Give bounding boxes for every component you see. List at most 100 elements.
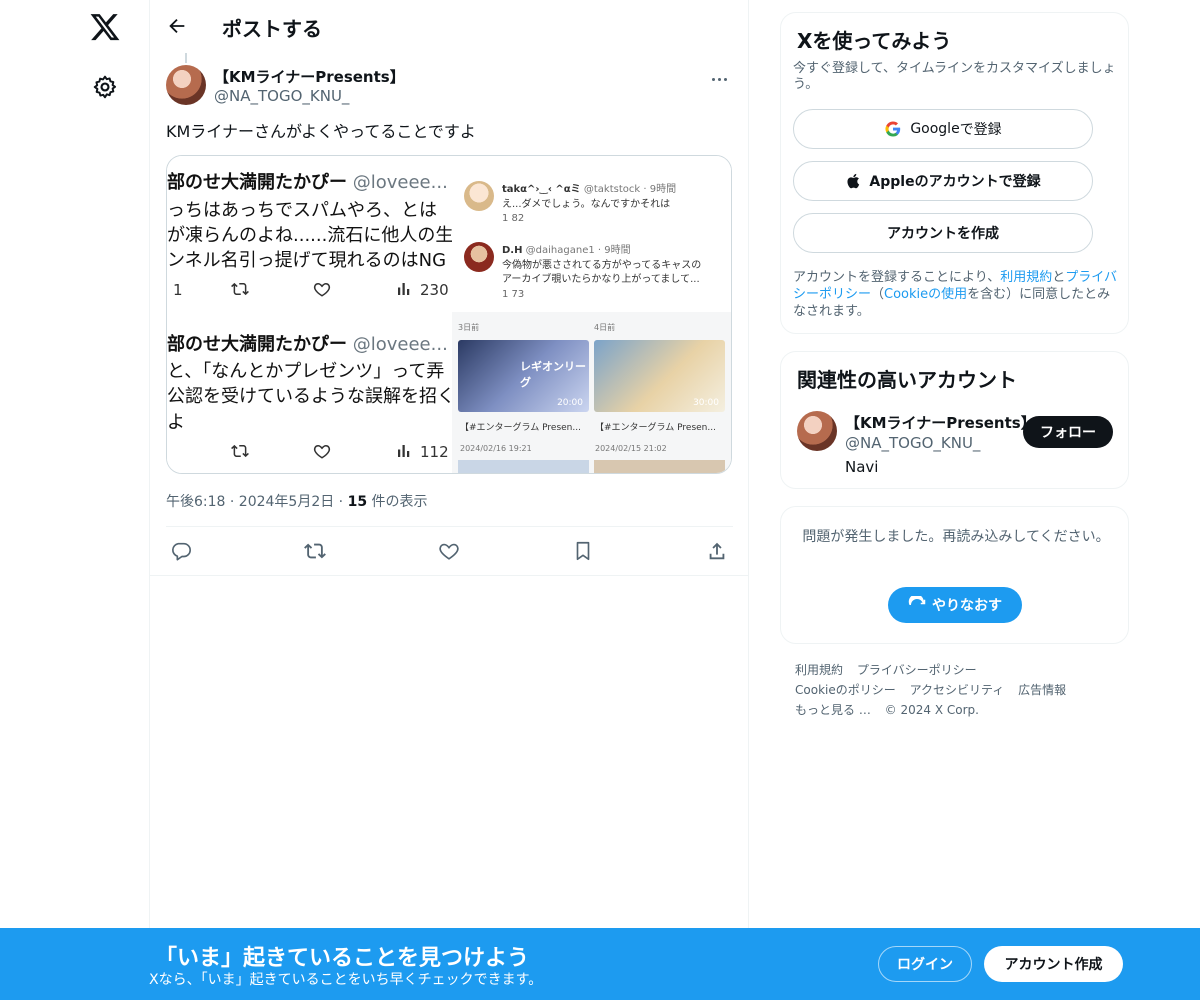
media-name-2: 部のせ大満開たかぴー	[167, 334, 347, 355]
video-duration: 20:00	[557, 398, 583, 408]
banner-subtitle: Xなら、「いま」起きていることをいち早くチェックできます。	[149, 972, 543, 988]
retweet-icon	[231, 444, 249, 458]
legal-paren: （	[871, 287, 885, 302]
video-thumbnail-2[interactable]: 30:00	[594, 340, 725, 412]
login-button[interactable]: ログイン	[878, 946, 972, 982]
arrow-left-icon[interactable]	[166, 15, 188, 37]
related-account-name[interactable]: 【KMライナーPresents】	[845, 412, 1036, 433]
post-media[interactable]: 部のせ大満開たかぴー @loveee... っちはあっちでスパムやろ、とは が凍…	[166, 155, 732, 474]
video-thumbnail-4	[594, 460, 725, 473]
media-reply-counts-1: 1 82	[502, 213, 525, 224]
related-accounts-card: 関連性の高いアカウント 【KMライナーPresents】 @NA_TOGO_KN…	[780, 351, 1129, 489]
media-name-1: 部のせ大満開たかぴー	[167, 172, 347, 193]
avatar[interactable]	[797, 411, 837, 451]
signup-subtitle: 今すぐ登録して、タイムラインをカスタマイズしましょう。	[793, 61, 1116, 92]
post-text: KMライナーさんがよくやってることですよ	[166, 122, 476, 141]
like-icon	[313, 282, 331, 297]
apple-label: Appleのアカウントで登録	[869, 174, 1041, 190]
views-icon	[398, 445, 410, 457]
grid-caption-1: 【#エンターグラム Presen...	[460, 423, 581, 433]
related-title: 関連性の高いアカウント	[797, 368, 1017, 392]
apple-signup-button[interactable]: Appleのアカウントで登録	[793, 161, 1093, 201]
error-card: 問題が発生しました。再読み込みしてください。 やりなおす	[780, 506, 1129, 644]
page-title: ポストする	[222, 17, 322, 41]
divider	[166, 526, 733, 527]
media-reply-handle-1: @taktstock · 9時間	[583, 184, 677, 195]
retry-button[interactable]: やりなおす	[888, 587, 1022, 623]
error-message: 問題が発生しました。再読み込みしてください。	[802, 529, 1110, 545]
author-handle[interactable]: @NA_TOGO_KNU_	[214, 87, 349, 105]
media-reply-text-2a: 今偽物が悪さされてる方がやってるキャスの	[502, 260, 702, 271]
thumbnail-title: レギオンリーグ	[520, 360, 586, 389]
divider	[150, 575, 749, 576]
footer-link-accessibility[interactable]: アクセシビリティ	[910, 683, 1005, 697]
media-replies: takα^›‿‹ ^αミ @taktstock · 9時間 え...ダメでしょう…	[452, 156, 731, 312]
footer-link-terms[interactable]: 利用規約	[795, 663, 843, 677]
apple-icon	[847, 173, 860, 189]
grid-date-1: 3日前	[458, 323, 480, 332]
follow-button[interactable]: フォロー	[1023, 416, 1113, 448]
legal-text: アカウントを登録することにより、利用規約とプライバシーポリシー（Cookieの使…	[793, 269, 1123, 320]
reply-icon[interactable]	[170, 540, 192, 562]
avatar	[464, 242, 494, 272]
x-logo-icon[interactable]	[89, 11, 121, 43]
gear-icon[interactable]	[92, 74, 118, 100]
create-account-label: アカウントを作成	[887, 226, 999, 242]
footer-link-more[interactable]: もっと見る …	[795, 703, 871, 717]
media-reply-user-1: takα^›‿‹ ^αミ	[502, 184, 581, 195]
retweet-icon[interactable]	[304, 540, 326, 562]
footer-link-cookie[interactable]: Cookieのポリシー	[795, 683, 896, 697]
media-left-panel: 部のせ大満開たかぴー @loveee... っちはあっちでスパムやろ、とは が凍…	[167, 156, 457, 473]
thread-line	[185, 53, 187, 63]
google-icon	[885, 121, 901, 137]
timestamp-text[interactable]: 午後6:18 · 2024年5月2日 ·	[166, 494, 348, 510]
post-timestamp: 午後6:18 · 2024年5月2日 · 15 件の表示	[166, 491, 428, 511]
video-thumbnail-1[interactable]: レギオンリーグ 20:00	[458, 340, 589, 412]
video-thumbnail-3	[458, 460, 589, 473]
media-reply-user-2: D.H	[502, 245, 523, 256]
media-reply-handle-2: @daihagane1 · 9時間	[525, 245, 631, 256]
media-line-5: 公認を受けているような誤解を招く	[167, 386, 455, 407]
grid-date-1b: 2024/02/16 19:21	[460, 444, 532, 453]
header: ポストする	[150, 0, 749, 53]
video-duration: 30:00	[693, 398, 719, 408]
media-handle-2: @loveee...	[352, 334, 448, 355]
main-column: ポストする 【KMライナーPresents】 @NA_TOGO_KNU_ KMラ…	[150, 0, 749, 1000]
avatar[interactable]	[166, 65, 206, 105]
cookie-link[interactable]: Cookieの使用	[884, 287, 967, 302]
google-label: で登録	[959, 122, 1002, 138]
media-line-1: っちはあっちでスパムやろ、とは	[167, 200, 437, 221]
media-handle-1: @loveee...	[352, 172, 448, 193]
more-options-icon[interactable]	[710, 66, 734, 84]
google-signup-button[interactable]: Google で登録	[793, 109, 1093, 149]
media-reply-text-2b: アーカイブ覗いたらかなり上がってまして...	[502, 274, 700, 285]
views-icon	[398, 283, 410, 295]
related-account-bio: Navi	[845, 458, 879, 476]
create-account-button[interactable]: アカウントを作成	[793, 213, 1093, 253]
footer-link-ads[interactable]: 広告情報	[1018, 683, 1066, 697]
media-reply-text-1: え...ダメでしょう。なんですかそれは	[502, 199, 671, 210]
author-name[interactable]: 【KMライナーPresents】	[214, 66, 405, 87]
footer-link-privacy[interactable]: プライバシーポリシー	[857, 663, 977, 677]
left-rail	[0, 0, 150, 1000]
signup-card: Xを使ってみよう 今すぐ登録して、タイムラインをカスタマイズしましょう。 Goo…	[780, 12, 1129, 334]
media-count-reply-1: 1	[173, 281, 183, 299]
bookmark-icon[interactable]	[572, 540, 594, 562]
terms-link[interactable]: 利用規約	[1000, 270, 1052, 285]
media-count-views-2: 112	[420, 443, 449, 461]
copyright: © 2024 X Corp.	[884, 703, 979, 717]
share-icon[interactable]	[706, 540, 728, 562]
legal-and: と	[1052, 270, 1066, 285]
grid-date-2b: 2024/02/15 21:02	[595, 444, 667, 453]
banner-signup-button[interactable]: アカウント作成	[984, 946, 1123, 982]
retweet-icon	[231, 282, 249, 296]
like-icon[interactable]	[438, 540, 460, 562]
media-line-2: が凍らんのよね......流石に他人の生	[167, 225, 454, 246]
grid-date-2: 4日前	[594, 323, 616, 332]
banner-title: 「いま」起きていることを見つけよう	[155, 946, 530, 971]
related-account-handle[interactable]: @NA_TOGO_KNU_	[845, 434, 980, 452]
view-label: 件の表示	[367, 494, 428, 510]
media-line-4: と、「なんとかプレゼンツ」って弄	[167, 361, 445, 382]
media-count-views-1: 230	[420, 281, 449, 299]
retry-label: やりなおす	[932, 598, 1002, 614]
